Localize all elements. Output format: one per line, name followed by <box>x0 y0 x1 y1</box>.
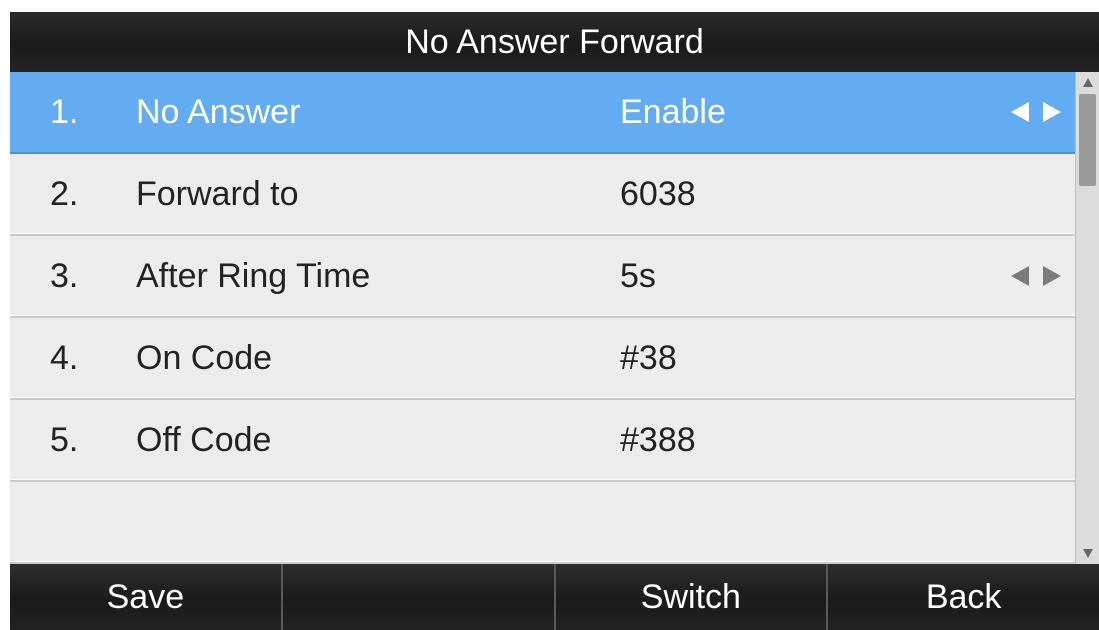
scroll-thumb[interactable] <box>1079 94 1096 186</box>
value-switch-arrows[interactable] <box>1011 236 1061 316</box>
item-number: 5. <box>50 421 79 459</box>
item-label: After Ring Time <box>136 257 371 295</box>
list-item-forward-to[interactable]: 2. Forward to 6038 <box>10 154 1075 236</box>
on-code-input[interactable]: #38 <box>620 318 677 398</box>
scroll-up-icon[interactable] <box>1083 78 1093 87</box>
blank-softkey[interactable] <box>283 564 556 630</box>
item-value: Enable <box>620 93 726 131</box>
item-label: Forward to <box>136 175 299 213</box>
off-code-input[interactable]: #388 <box>620 400 696 480</box>
list-item-on-code[interactable]: 4. On Code #38 <box>10 318 1075 400</box>
right-arrow-icon[interactable] <box>1043 102 1061 122</box>
page-title: No Answer Forward <box>10 12 1099 72</box>
switch-softkey[interactable]: Switch <box>556 564 829 630</box>
item-value: 5s <box>620 257 656 295</box>
left-arrow-icon[interactable] <box>1011 266 1029 286</box>
item-number: 3. <box>50 257 79 295</box>
item-number: 1. <box>50 93 79 131</box>
forward-to-input[interactable]: 6038 <box>620 154 696 234</box>
list-item-after-ring-time[interactable]: 3. After Ring Time 5s <box>10 236 1075 318</box>
empty-list-row <box>10 482 1075 564</box>
save-softkey[interactable]: Save <box>10 564 283 630</box>
right-arrow-icon[interactable] <box>1043 266 1061 286</box>
settings-list: 1. No Answer Enable 2. Forward to 6038 3… <box>10 72 1075 564</box>
scroll-down-icon[interactable] <box>1083 549 1093 558</box>
list-item-off-code[interactable]: 5. Off Code #388 <box>10 400 1075 482</box>
item-label: No Answer <box>136 93 301 131</box>
back-softkey[interactable]: Back <box>828 564 1099 630</box>
left-arrow-icon[interactable] <box>1011 102 1029 122</box>
item-number: 2. <box>50 175 79 213</box>
item-label: On Code <box>136 339 273 377</box>
item-label: Off Code <box>136 421 272 459</box>
scrollbar[interactable] <box>1075 72 1099 564</box>
phone-screen: No Answer Forward 1. No Answer Enable 2.… <box>10 12 1099 630</box>
list-item-no-answer[interactable]: 1. No Answer Enable <box>10 72 1075 154</box>
value-switch-arrows[interactable] <box>1011 72 1061 152</box>
softkey-bar: Save Switch Back <box>10 564 1099 630</box>
item-number: 4. <box>50 339 79 377</box>
